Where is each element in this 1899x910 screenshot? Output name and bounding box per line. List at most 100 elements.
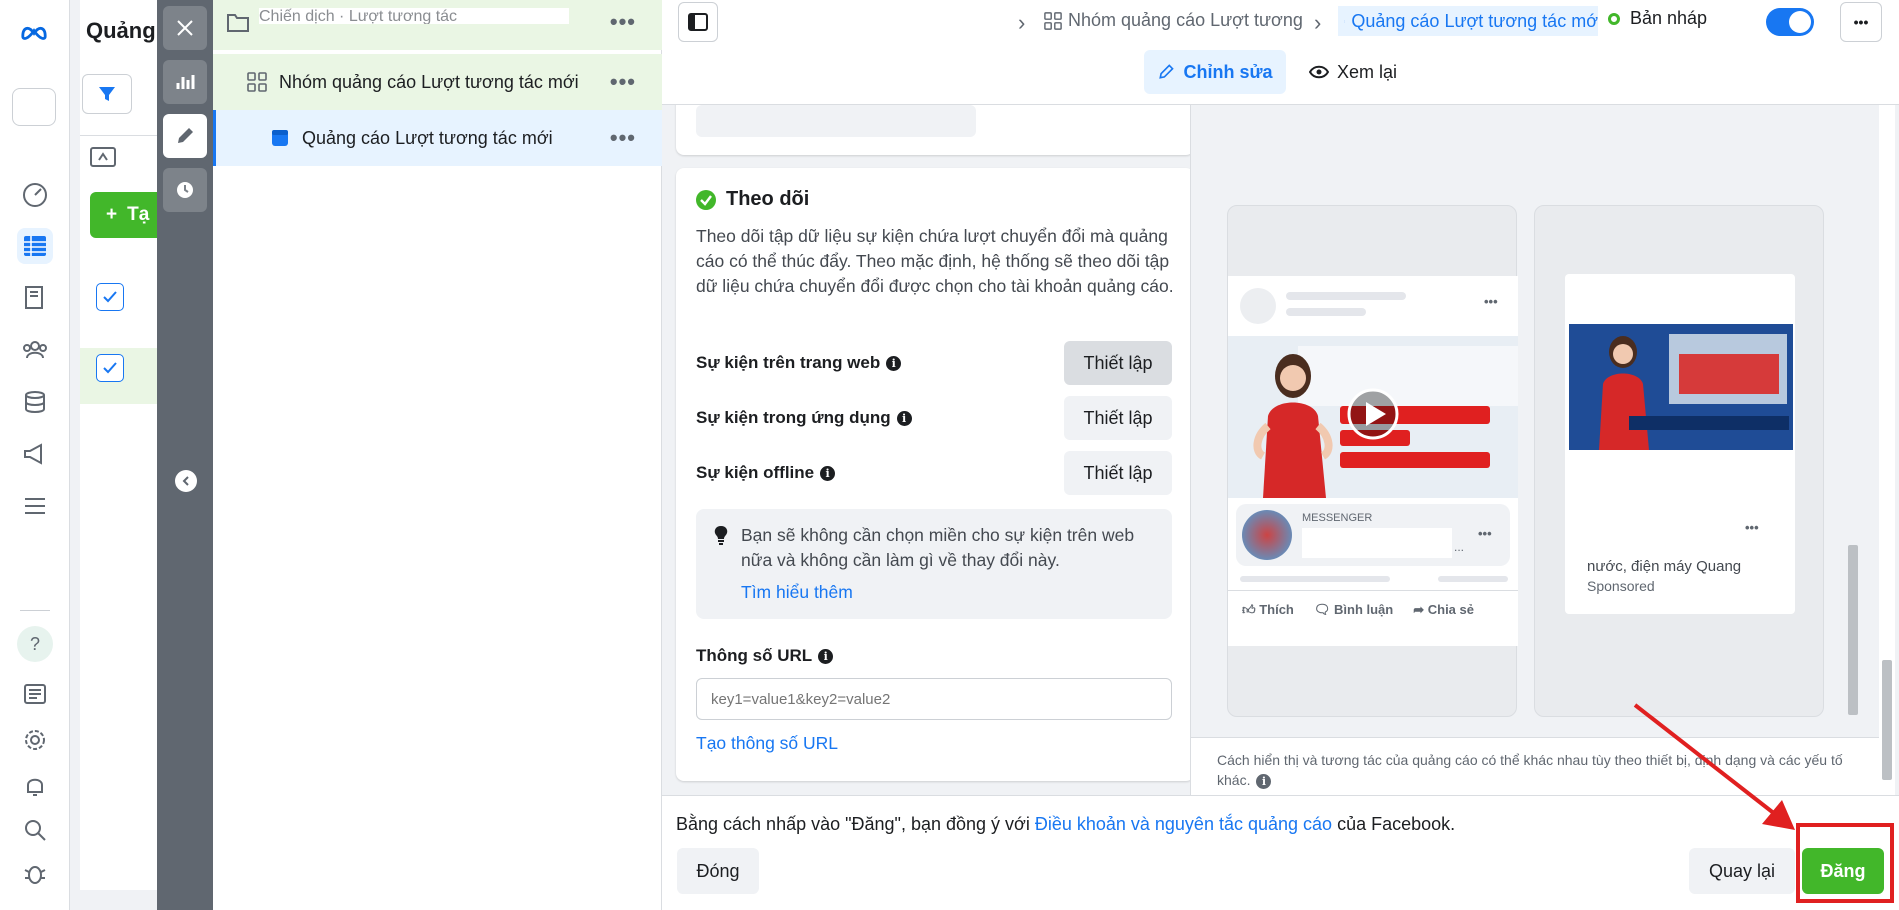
collapse-chevron-icon[interactable] [175,470,197,492]
ad-image [1569,324,1793,450]
annotation-arrow-icon [1633,703,1795,830]
feed-preview-frame[interactable]: ••• MESSENGER ... ••• 👍︎ Thích 🗨︎ Bình l… [1227,205,1518,717]
row-checkbox[interactable] [96,283,124,311]
more-actions-button[interactable]: ••• [1840,2,1882,42]
url-params-label: Thông số URL i [696,646,834,666]
messenger-cta: MESSENGER ... ••• [1236,504,1510,566]
tracking-header: Theo dõi [696,188,809,211]
truncated-control [696,105,976,137]
history-button[interactable] [163,168,207,212]
page-avatar [1242,510,1292,560]
close-button[interactable]: Đóng [677,848,759,894]
scrollbar-thumb[interactable] [1848,545,1858,715]
checkmark-icon [103,291,117,303]
charts-button[interactable] [163,60,207,104]
help-icon[interactable]: ? [17,626,53,662]
like-button: 👍︎ Thích [1242,602,1294,617]
presenter-image [1228,336,1518,498]
all-tools-menu-icon[interactable] [17,488,53,524]
ad-on-off-toggle[interactable] [1766,8,1814,36]
audiences-icon[interactable] [17,332,53,368]
folder-icon[interactable] [90,145,116,167]
scrollbar-thumb[interactable] [1882,660,1892,780]
tracking-description: Theo dõi tập dữ liệu sự kiện chứa lượt c… [696,226,1174,296]
ad-set-grid-icon [247,72,267,92]
feed-post: ••• MESSENGER ... ••• 👍︎ Thích 🗨︎ Bình l… [1228,276,1518,646]
ad-primary-text: nước, điện máy Quang [1587,558,1742,575]
account-selector[interactable] [12,88,56,126]
info-icon[interactable]: i [896,411,912,427]
more-options-icon[interactable]: ••• [610,125,636,151]
checkmark-icon [103,362,117,374]
ads-manager-table-icon[interactable] [17,228,53,264]
create-url-params-link[interactable]: Tạo thông số URL [696,733,838,754]
breadcrumb-ad[interactable]: Quảng cáo Lượt tương tác mớ [1338,6,1598,36]
ad-name: Quảng cáo Lượt tương tác mới [302,127,553,148]
pencil-icon [1159,64,1175,79]
ad-icon [1344,20,1346,22]
billing-icon[interactable] [17,384,53,420]
info-icon[interactable]: i [820,466,836,482]
url-params-input[interactable] [696,678,1172,720]
draft-status: Bản nháp [1608,8,1707,29]
info-icon[interactable]: i [886,356,902,372]
more-options-icon: ••• [1478,526,1492,541]
tracking-section: Theo dõi Theo dõi tập dữ liệu sự kiện ch… [676,168,1190,781]
info-icon[interactable]: i [1256,773,1272,789]
ad-terms-link[interactable]: Điều khoản và nguyên tắc quảng cáo [1035,814,1332,834]
annotation-highlight-box [1796,823,1894,903]
toggle-sidebar-button[interactable] [678,2,718,42]
editor-header: › Nhóm quảng cáo Lượt tương › Quảng cáo … [662,0,1899,105]
structure-tree: Chiến dịch · Lượt tương tác ••• Nhóm quả… [213,0,662,910]
row-checkbox[interactable] [96,354,124,382]
previous-section-card [676,105,1190,155]
web-events-row: Sự kiện trên trang web i [696,353,902,373]
more-options-icon: ••• [1853,14,1869,30]
tree-item-campaign[interactable]: Chiến dịch · Lượt tương tác ••• [213,0,662,50]
outer-scrollbar[interactable] [1879,105,1895,795]
check-circle-icon [696,189,716,210]
tab-review[interactable]: Xem lại [1298,50,1408,94]
nav-divider [20,610,50,611]
setup-web-events-button[interactable]: Thiết lập [1064,341,1172,385]
settings-gear-icon[interactable] [17,722,53,758]
more-options-icon: ••• [1745,520,1759,535]
tree-item-ad[interactable]: Quảng cáo Lượt tương tác mới ••• [213,110,662,166]
notifications-bell-icon[interactable] [17,768,53,804]
notice-text: Bạn sẽ không cần chọn miền cho sự kiện t… [741,525,1135,570]
preview-scrollbar[interactable] [1845,105,1861,735]
megaphone-icon[interactable] [17,436,53,472]
search-icon[interactable] [17,812,53,848]
bar-chart-icon [176,75,195,89]
page-title: Quảng [86,18,156,43]
back-button[interactable]: Quay lại [1689,848,1795,894]
report-bug-icon[interactable] [17,856,53,892]
sponsored-label: Sponsored [1587,578,1655,594]
setup-offline-events-button[interactable]: Thiết lập [1064,451,1172,495]
breadcrumb-adset[interactable]: Nhóm quảng cáo Lượt tương [1044,10,1303,31]
more-options-icon[interactable]: ••• [610,9,636,35]
news-icon[interactable] [17,676,53,712]
tree-item-adset[interactable]: Nhóm quảng cáo Lượt tương tác mới ••• [213,54,662,110]
catalog-icon[interactable] [17,280,53,316]
edit-button[interactable] [163,114,207,158]
setup-app-events-button[interactable]: Thiết lập [1064,396,1172,440]
breadcrumb-chevron-icon: › [1314,10,1322,35]
more-options-icon: ••• [1484,294,1498,309]
section-title: Theo dõi [726,188,810,210]
settings-column: Theo dõi Theo dõi tập dữ liệu sự kiện ch… [662,105,1190,795]
comment-button: 🗨︎ Bình luận [1313,602,1394,617]
learn-more-link[interactable]: Tìm hiểu thêm [741,582,853,603]
domain-notice: Bạn sẽ không cần chọn miền cho sự kiện t… [696,509,1172,619]
text-cover [1569,520,1731,556]
tab-edit[interactable]: Chỉnh sửa [1144,50,1286,94]
dashboard-icon[interactable] [17,176,53,212]
more-options-icon[interactable]: ••• [610,69,636,95]
ad-preview-panel: ••• MESSENGER ... ••• 👍︎ Thích 🗨︎ Bình l… [1190,105,1899,795]
close-editor-button[interactable] [163,6,207,50]
filter-button[interactable] [82,74,132,114]
info-icon[interactable]: i [818,649,834,665]
secondary-preview-frame[interactable]: ••• nước, điện máy Quang Sponsored [1534,205,1824,717]
meta-logo-icon[interactable] [14,14,54,50]
ad-set-grid-icon [1044,11,1062,30]
